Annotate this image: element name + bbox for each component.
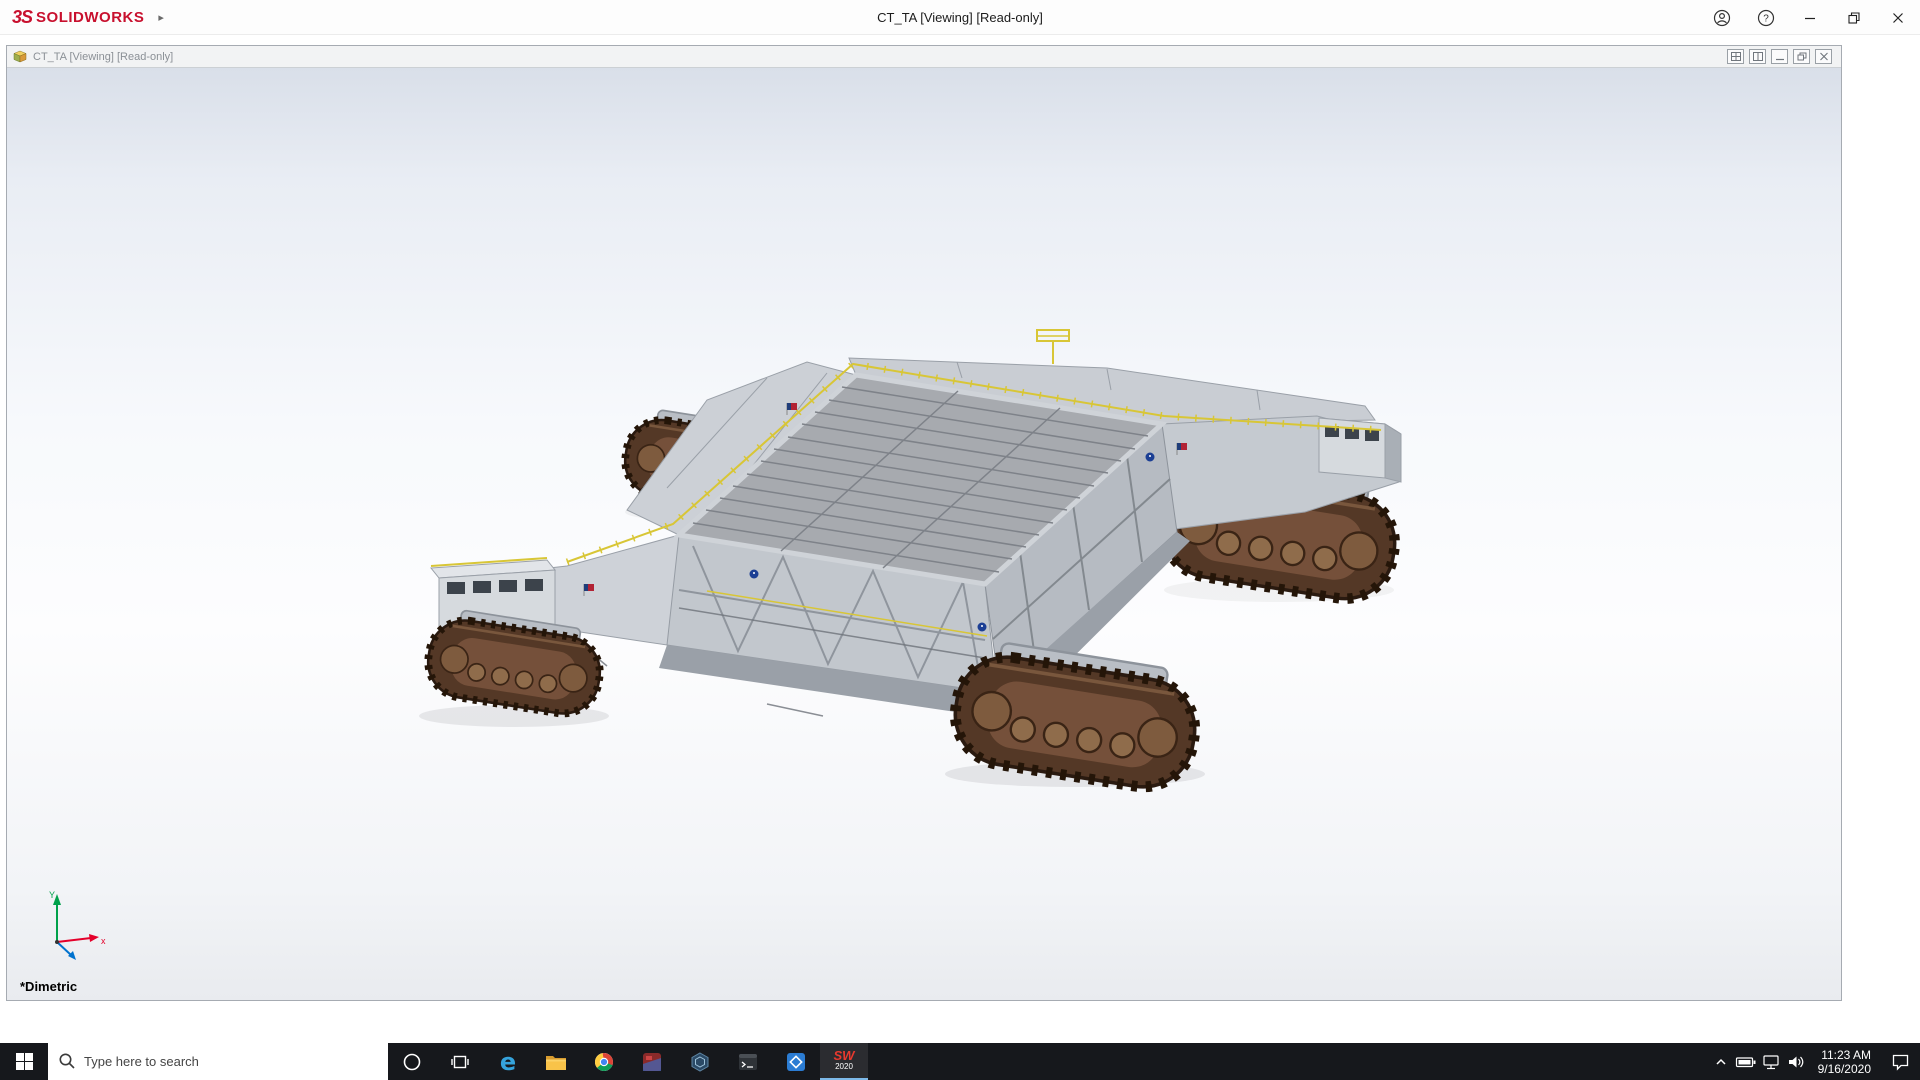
doc-close-button[interactable] bbox=[1815, 49, 1832, 64]
system-tray: 11:23 AM 9/16/2020 bbox=[1709, 1043, 1920, 1080]
app-icon-1[interactable] bbox=[628, 1043, 676, 1080]
app-icon-4[interactable] bbox=[772, 1043, 820, 1080]
cortana-icon[interactable] bbox=[388, 1043, 436, 1080]
svg-text:Y: Y bbox=[49, 890, 55, 900]
clock[interactable]: 11:23 AM 9/16/2020 bbox=[1809, 1048, 1880, 1076]
crawler-model[interactable] bbox=[7, 68, 1841, 1000]
account-icon[interactable] bbox=[1700, 0, 1744, 35]
edge-icon[interactable]: e bbox=[484, 1043, 532, 1080]
taskbar-search[interactable] bbox=[48, 1043, 388, 1080]
close-button[interactable] bbox=[1876, 0, 1920, 35]
document-titlebar: CT_TA [Viewing] [Read-only] bbox=[7, 46, 1841, 68]
svg-text:x: x bbox=[101, 936, 106, 946]
document-title: CT_TA [Viewing] [Read-only] bbox=[33, 51, 173, 63]
solidworks-wordmark: SOLIDWORKS bbox=[36, 9, 144, 26]
app-titlebar: 3S SOLIDWORKS ▸ CT_TA [Viewing] [Read-on… bbox=[0, 0, 1920, 35]
viewport-split-icon[interactable] bbox=[1749, 49, 1766, 64]
app-icon-3[interactable] bbox=[724, 1043, 772, 1080]
start-button[interactable] bbox=[0, 1043, 48, 1080]
search-icon bbox=[58, 1052, 76, 1070]
doc-minimize-button[interactable] bbox=[1771, 49, 1788, 64]
document-window: CT_TA [Viewing] [Read-only] bbox=[6, 45, 1842, 1001]
viewport-layout-icon[interactable] bbox=[1727, 49, 1744, 64]
action-center-icon[interactable] bbox=[1880, 1043, 1920, 1080]
battery-icon[interactable] bbox=[1734, 1043, 1759, 1080]
volume-icon[interactable] bbox=[1784, 1043, 1809, 1080]
doc-restore-button[interactable] bbox=[1793, 49, 1810, 64]
tray-time-text: 11:23 AM bbox=[1818, 1048, 1871, 1062]
chrome-icon[interactable] bbox=[580, 1043, 628, 1080]
help-icon[interactable]: ? bbox=[1744, 0, 1788, 35]
file-explorer-icon[interactable] bbox=[532, 1043, 580, 1080]
assembly-cube-icon bbox=[13, 50, 27, 63]
restore-button[interactable] bbox=[1832, 0, 1876, 35]
ds-logo-mark: 3S bbox=[12, 7, 32, 28]
task-view-icon[interactable] bbox=[436, 1043, 484, 1080]
view-orientation-label: *Dimetric bbox=[20, 979, 77, 994]
windows-logo-icon bbox=[16, 1053, 33, 1070]
tray-date-text: 9/16/2020 bbox=[1818, 1062, 1871, 1076]
graphics-viewport[interactable]: Y x *Dimetric bbox=[7, 68, 1841, 1000]
search-input[interactable] bbox=[48, 1043, 388, 1080]
network-icon[interactable] bbox=[1759, 1043, 1784, 1080]
window-title: CT_TA [Viewing] [Read-only] bbox=[0, 0, 1920, 35]
solidworks-logo[interactable]: 3S SOLIDWORKS ▸ bbox=[12, 0, 164, 35]
orientation-triad[interactable]: Y x bbox=[33, 884, 113, 964]
windows-taskbar: e SW 2020 bbox=[0, 1043, 1920, 1080]
minimize-button[interactable] bbox=[1788, 0, 1832, 35]
menu-expand-arrow-icon[interactable]: ▸ bbox=[158, 11, 164, 24]
solidworks-app-icon[interactable]: SW 2020 bbox=[820, 1043, 868, 1080]
hidden-icons-chevron-icon[interactable] bbox=[1709, 1043, 1734, 1080]
app-icon-2[interactable] bbox=[676, 1043, 724, 1080]
svg-text:?: ? bbox=[1763, 13, 1769, 24]
